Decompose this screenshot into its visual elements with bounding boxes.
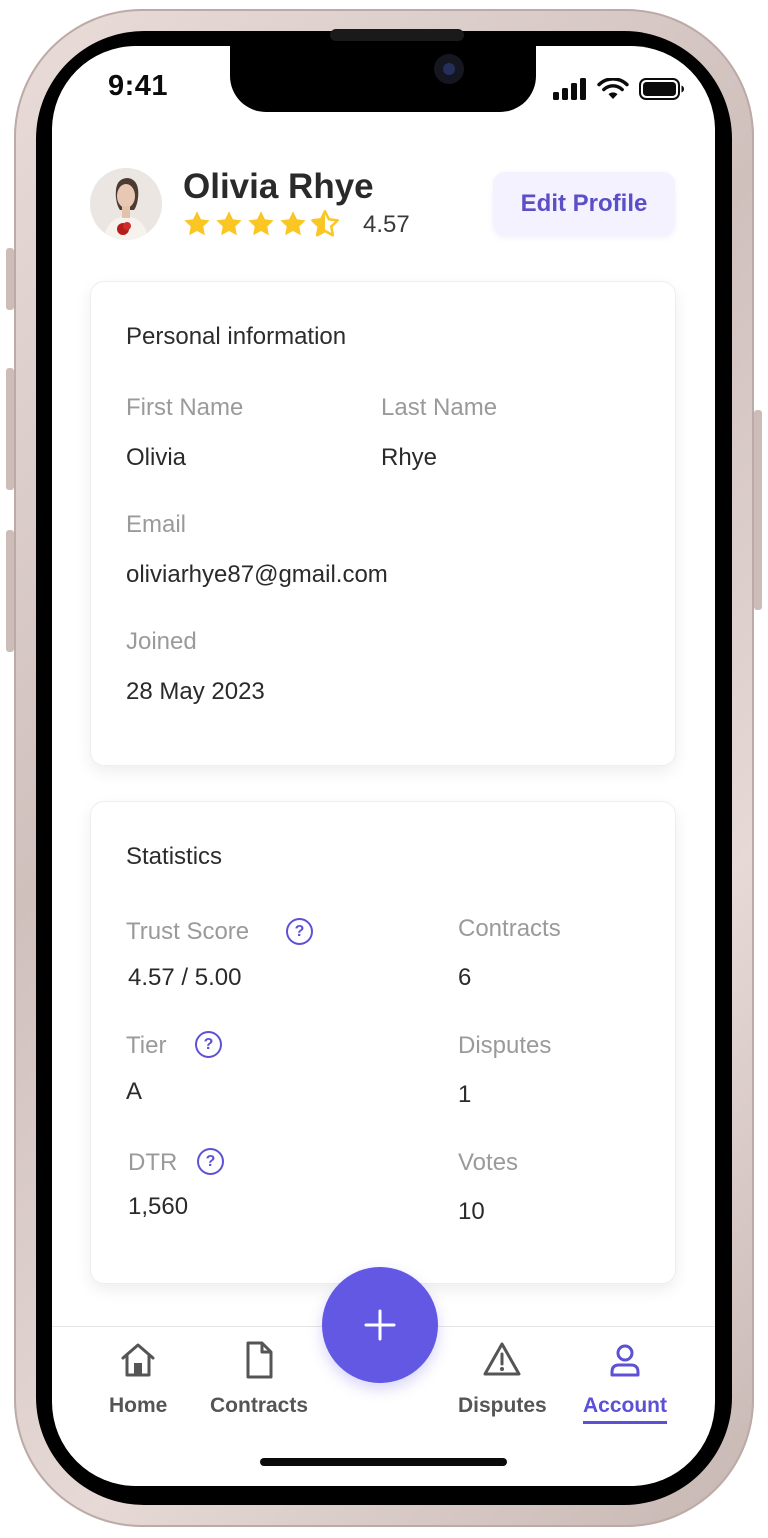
edit-profile-button[interactable]: Edit Profile [493,172,675,236]
home-icon [121,1343,155,1377]
user-icon [610,1344,640,1377]
earpiece-speaker [330,29,464,41]
dtr-value: 1,560 [128,1193,189,1220]
plus-icon [364,1309,396,1341]
nav-label-disputes: Disputes [458,1394,547,1417]
statistics-card: Statistics Trust Score ? 4.57 / 5.00 Tie… [90,801,676,1284]
rating-value: 4.57 [363,211,410,238]
status-icons [553,78,685,100]
star-icon [280,211,306,236]
email-label: Email [126,511,187,538]
star-rating [182,209,340,239]
nav-item-disputes[interactable]: Disputes [458,1340,547,1418]
app-screen: 9:41 Olivia Rhye 4.57 Edit Profile Perso… [52,46,715,1486]
notch [230,46,536,112]
dtr-label: DTR [128,1149,178,1176]
power-button [754,410,762,610]
avatar-photo [90,168,162,240]
volume-down-button [6,530,14,652]
avatar[interactable] [90,168,162,240]
contracts-label: Contracts [458,915,561,942]
home-indicator [260,1458,507,1466]
trust-score-help-icon[interactable]: ? [286,918,313,945]
first-name-value: Olivia [126,444,187,471]
contracts-value: 6 [458,964,472,991]
personal-information-card: Personal information First Name Olivia L… [90,281,676,766]
last-name-value: Rhye [381,444,438,471]
nav-item-account[interactable]: Account [583,1340,667,1424]
statistics-title: Statistics [126,843,223,870]
wifi-icon [597,78,629,99]
volume-up-button [6,368,14,490]
tier-label: Tier [126,1032,167,1059]
star-icon [184,211,210,236]
email-value: oliviarhye87@gmail.com [126,561,388,588]
tier-help-icon[interactable]: ? [195,1031,222,1058]
nav-label-account: Account [583,1394,667,1424]
disputes-value: 1 [458,1081,472,1108]
first-name-label: First Name [126,394,244,421]
status-time: 9:41 [108,70,169,102]
trust-score-value: 4.57 / 5.00 [128,964,242,991]
add-button[interactable] [322,1267,438,1383]
nav-item-contracts[interactable]: Contracts [210,1340,308,1418]
front-camera [434,54,464,84]
nav-label-contracts: Contracts [210,1394,309,1417]
warning-icon [483,1342,521,1376]
star-icon [216,211,242,236]
votes-value: 10 [458,1198,485,1225]
disputes-label: Disputes [458,1032,552,1059]
last-name-label: Last Name [381,394,498,421]
star-half-icon [311,210,339,237]
votes-label: Votes [458,1149,519,1176]
joined-label: Joined [126,628,197,655]
user-name: Olivia Rhye [183,167,374,206]
nav-item-home[interactable]: Home [109,1340,167,1418]
battery-icon [639,78,684,100]
mute-switch [6,248,14,310]
file-icon [246,1341,273,1379]
cellular-signal-icon [553,78,586,100]
personal-information-title: Personal information [126,323,347,350]
joined-value: 28 May 2023 [126,678,265,705]
trust-score-label: Trust Score [126,918,250,945]
dtr-help-icon[interactable]: ? [197,1148,224,1175]
tier-value: A [126,1078,143,1105]
star-icon [248,211,274,236]
nav-label-home: Home [109,1394,168,1417]
